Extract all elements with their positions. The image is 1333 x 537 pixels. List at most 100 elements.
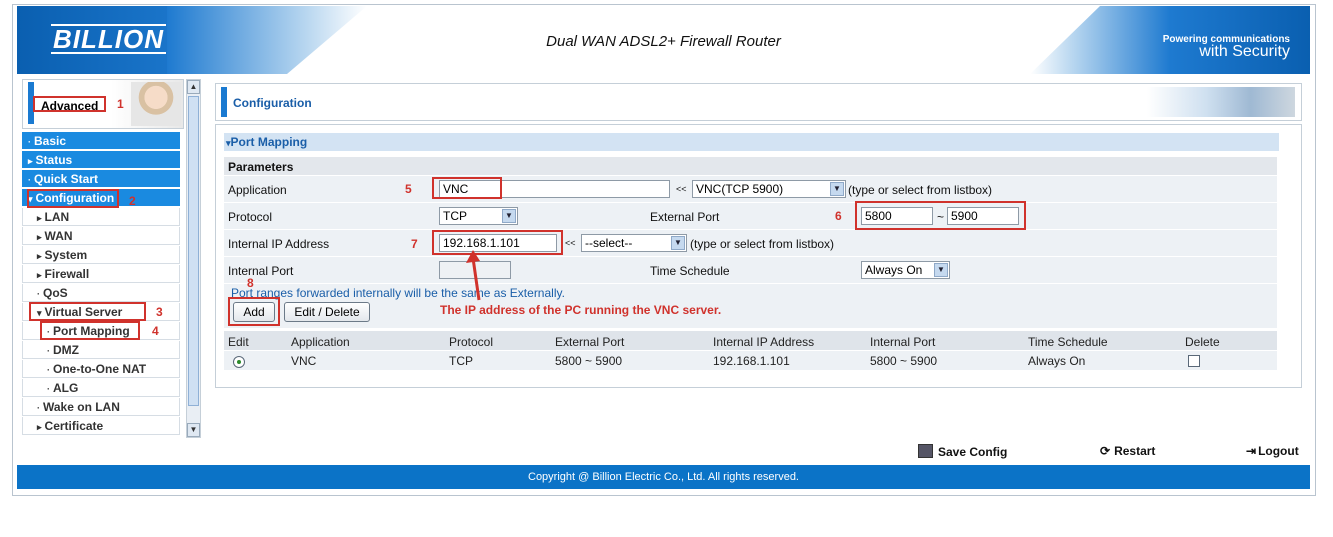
sidebar-item-quick-start[interactable]: · Quick Start bbox=[22, 170, 180, 188]
marker-7: 7 bbox=[411, 237, 418, 251]
highlight-application bbox=[432, 177, 502, 199]
sidebar-item-system[interactable]: ▸ System bbox=[22, 246, 180, 264]
chevron-down-icon: ▼ bbox=[671, 236, 685, 250]
marker-5: 5 bbox=[405, 182, 412, 196]
sidebar-item-label: ALG bbox=[53, 381, 79, 395]
nav-arrow-icon: · bbox=[47, 365, 50, 375]
table-cell-internal-ip: 192.168.1.101 bbox=[713, 354, 790, 368]
highlight-configuration bbox=[27, 189, 119, 208]
chevron-down-icon: ▼ bbox=[934, 263, 948, 277]
sidebar-item-basic[interactable]: · Basic bbox=[22, 132, 180, 150]
column-header: Internal Port bbox=[870, 335, 936, 349]
actions-row: Port ranges forwarded internally will be… bbox=[224, 284, 1277, 329]
sidebar-item-label: Certificate bbox=[44, 419, 104, 433]
sidebar-item-label: System bbox=[44, 248, 88, 262]
table-cell-internal-port: 5800 ~ 5900 bbox=[870, 354, 938, 368]
column-header: Internal IP Address bbox=[713, 335, 815, 349]
nav-arrow-icon: · bbox=[37, 403, 40, 413]
marker-3: 3 bbox=[156, 305, 163, 319]
product-title: Dual WAN ADSL2+ Firewall Router bbox=[546, 33, 781, 50]
table-cell-protocol: TCP bbox=[449, 354, 473, 368]
advanced-mode-label[interactable]: Advanced bbox=[33, 96, 106, 113]
marker-4: 4 bbox=[152, 324, 159, 338]
sidebar-item-label: Basic bbox=[34, 134, 67, 148]
highlight-add bbox=[228, 297, 280, 326]
sidebar-item-label: One-to-One NAT bbox=[53, 362, 147, 376]
nav-arrow-icon: · bbox=[47, 384, 50, 394]
edit-radio[interactable] bbox=[233, 356, 245, 368]
logout-door-icon: ⇥ bbox=[1246, 444, 1257, 458]
nav-arrow-icon: ▸ bbox=[37, 213, 42, 223]
highlight-external-port bbox=[855, 201, 1026, 230]
sidebar-item-firewall[interactable]: ▸ Firewall bbox=[22, 265, 180, 283]
powering-security-tagline: Powering communications with Security bbox=[1162, 34, 1290, 60]
sidebar-item-alg[interactable]: · ALG bbox=[22, 379, 180, 397]
nav-arrow-icon: ▸ bbox=[37, 422, 42, 432]
column-header: Protocol bbox=[449, 335, 494, 349]
restart-button[interactable]: ⟳ Restart bbox=[1100, 444, 1155, 458]
marker-8: 8 bbox=[247, 276, 254, 290]
edit-delete-button[interactable]: Edit / Delete bbox=[284, 302, 370, 322]
marker-6: 6 bbox=[835, 209, 842, 223]
nav-arrow-icon: · bbox=[47, 346, 50, 356]
nav-arrow-icon: ▸ bbox=[37, 232, 42, 242]
sidebar-item-label: Status bbox=[35, 153, 73, 167]
save-config-button[interactable]: Save Config bbox=[918, 444, 1007, 459]
sidebar-item-certificate[interactable]: ▸ Certificate bbox=[22, 417, 180, 435]
sidebar-item-label: QoS bbox=[43, 286, 68, 300]
delete-checkbox[interactable] bbox=[1188, 355, 1200, 367]
port-range-note: Port ranges forwarded internally will be… bbox=[231, 286, 565, 300]
column-header: Time Schedule bbox=[1028, 335, 1108, 349]
column-header: Edit bbox=[228, 335, 249, 349]
column-header: Delete bbox=[1185, 335, 1220, 349]
sidebar-item-label: LAN bbox=[44, 210, 70, 224]
sidebar-item-label: WAN bbox=[44, 229, 73, 243]
nav-arrow-icon: ▸ bbox=[37, 270, 42, 280]
configuration-header: Configuration bbox=[215, 83, 1302, 121]
highlight-virtual-server bbox=[29, 302, 146, 321]
sidebar-item-label: Wake on LAN bbox=[43, 400, 120, 414]
parameters-row: Parameters bbox=[224, 157, 1277, 176]
highlight-port-mapping bbox=[40, 321, 140, 340]
annotation-arrow-icon bbox=[466, 250, 481, 301]
sidebar-item-label: DMZ bbox=[53, 343, 79, 357]
protocol-row: Protocol External Port bbox=[224, 203, 1277, 230]
chevron-down-icon: ▼ bbox=[830, 182, 844, 196]
sidebar-item-wan[interactable]: ▸ WAN bbox=[22, 227, 180, 245]
port-mapping-title[interactable]: ▾Port Mapping bbox=[224, 133, 1279, 151]
column-header: External Port bbox=[555, 335, 625, 349]
office-banner-image bbox=[1147, 87, 1295, 117]
nav-arrow-icon: ▸ bbox=[37, 251, 42, 261]
sidebar-item-one-to-one-nat[interactable]: · One-to-One NAT bbox=[22, 360, 180, 378]
table-cell-time-schedule: Always On bbox=[1028, 354, 1086, 368]
table-cell-application: VNC bbox=[291, 354, 317, 368]
highlight-internal-ip bbox=[432, 230, 563, 255]
sidebar-item-label: Quick Start bbox=[34, 172, 99, 186]
logout-button[interactable]: ⇥ Logout bbox=[1246, 444, 1299, 458]
internal-port-row: Internal Port Time Schedule bbox=[224, 257, 1277, 284]
woman-photo bbox=[131, 82, 181, 126]
sidebar-item-lan[interactable]: ▸ LAN bbox=[22, 208, 180, 226]
application-select[interactable]: VNC(TCP 5900) ▼ bbox=[692, 180, 846, 198]
scroll-up-icon[interactable]: ▲ bbox=[187, 80, 200, 94]
marker-2: 2 bbox=[129, 194, 136, 208]
sidebar-item-dmz[interactable]: · DMZ bbox=[22, 341, 180, 359]
chevron-down-icon: ▼ bbox=[502, 209, 516, 223]
scroll-thumb[interactable] bbox=[188, 96, 199, 406]
annotation-ip-note: The IP address of the PC running the VNC… bbox=[440, 303, 722, 317]
column-header: Application bbox=[291, 335, 350, 349]
nav-arrow-icon: · bbox=[28, 175, 31, 185]
time-schedule-select[interactable]: Always On ▼ bbox=[861, 261, 950, 279]
sidebar-scrollbar[interactable]: ▲ ▼ bbox=[186, 79, 201, 438]
header-banner: BILLION Dual WAN ADSL2+ Firewall Router … bbox=[17, 6, 1310, 74]
nav-arrow-icon: ▸ bbox=[28, 156, 33, 166]
internal-ip-select[interactable]: --select-- ▼ bbox=[581, 234, 687, 252]
protocol-select[interactable]: TCP ▼ bbox=[439, 207, 518, 225]
sidebar-item-status[interactable]: ▸ Status bbox=[22, 151, 180, 169]
floppy-disk-icon bbox=[918, 444, 933, 458]
page-title: Configuration bbox=[233, 96, 312, 110]
sidebar-item-qos[interactable]: · QoS bbox=[22, 284, 180, 302]
scroll-down-icon[interactable]: ▼ bbox=[187, 423, 200, 437]
sidebar-item-wake-on-lan[interactable]: · Wake on LAN bbox=[22, 398, 180, 416]
marker-1: 1 bbox=[117, 97, 124, 111]
